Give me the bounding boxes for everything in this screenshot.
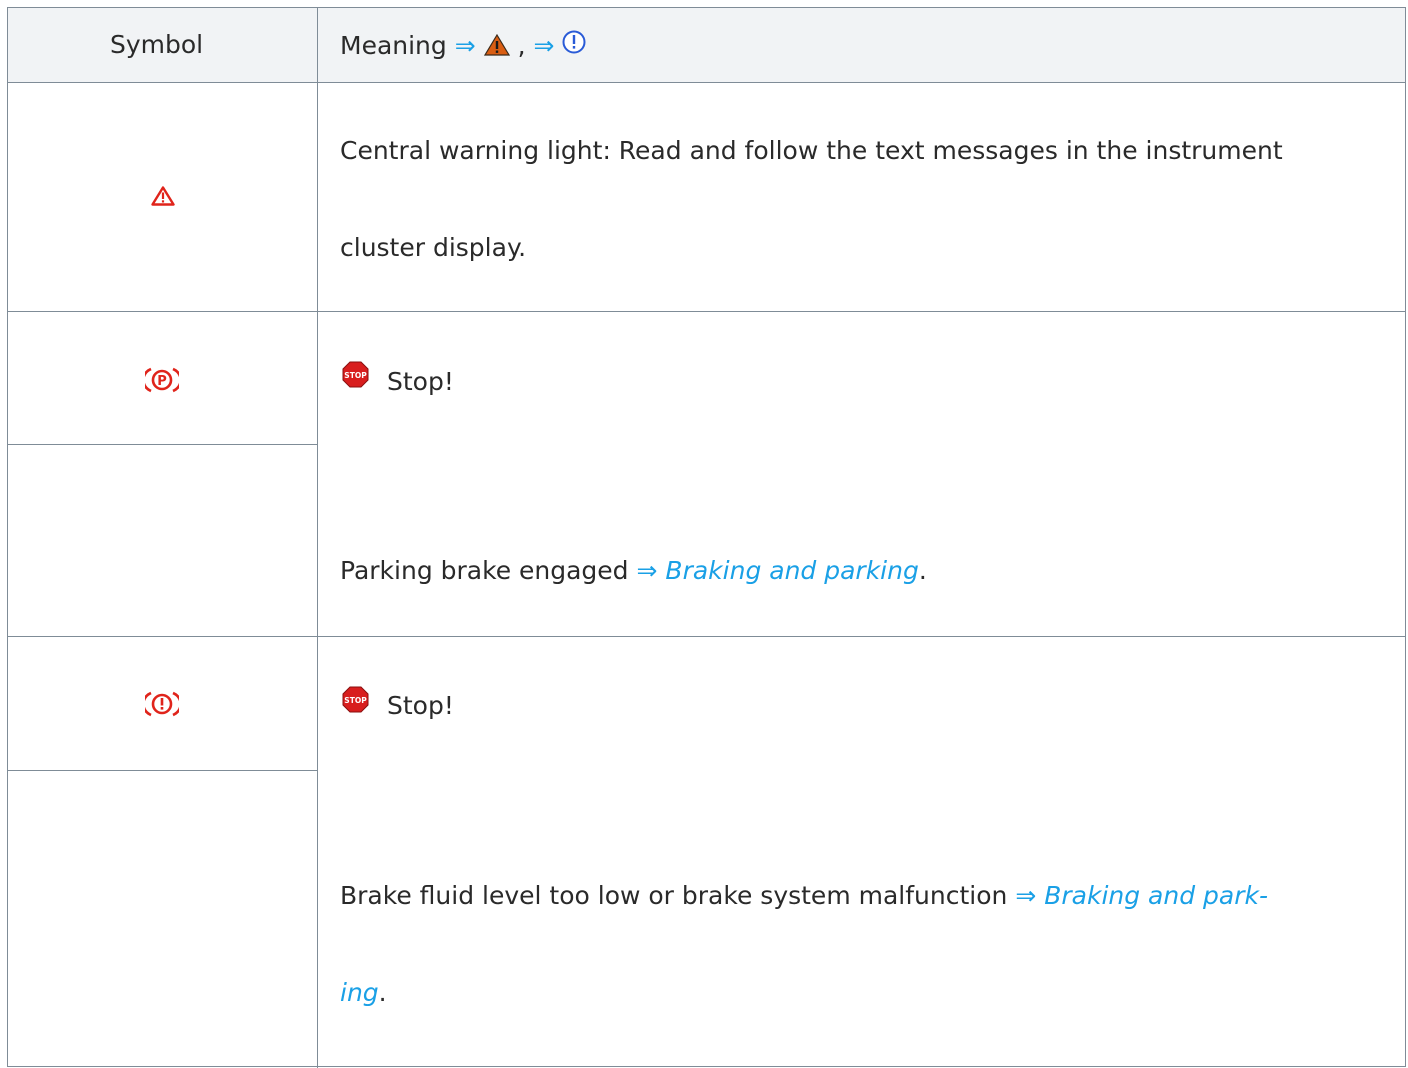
header-divider — [8, 82, 1405, 83]
braking-and-parking-link-2-continued[interactable]: ing — [340, 978, 379, 1007]
parking-brake-icon: P — [145, 367, 179, 393]
header-meaning: Meaning — [340, 31, 447, 60]
symbol-subdivider-1 — [8, 444, 318, 445]
warning-triangle-icon — [483, 33, 510, 56]
link-text-2a: Braking and park- — [1044, 881, 1268, 910]
link-text-1: Braking and parking — [665, 556, 919, 585]
svg-text:STOP: STOP — [344, 371, 367, 380]
column-divider — [317, 8, 318, 1068]
brake-system-description: Brake fluid level too low or brake syste… — [340, 881, 1008, 910]
period-2: . — [378, 978, 387, 1007]
stop-label-2: Stop! — [387, 691, 454, 720]
svg-text:P: P — [157, 374, 167, 389]
header-warning-link[interactable]: ⇒ — [455, 31, 518, 60]
stop-sign-icon: STOP — [342, 361, 369, 388]
header-meaning-line: Meaning ⇒ , ⇒ — [340, 30, 586, 61]
header-symbol: Symbol — [110, 30, 204, 59]
row-divider-1 — [8, 311, 1405, 312]
central-warning-text-line2: cluster display. — [340, 233, 527, 262]
central-warning-text-line1: Central warning light: Read and follow t… — [340, 136, 1283, 165]
stop-label-1: Stop! — [387, 367, 454, 396]
header-info-link[interactable]: ⇒ — [533, 30, 587, 60]
brake-system-text-line2: ing. — [340, 978, 387, 1008]
header-arrow-2: ⇒ — [533, 31, 555, 60]
info-circle-icon — [562, 30, 586, 54]
header-comma: , — [517, 31, 526, 60]
central-warning-triangle-icon — [151, 186, 175, 206]
header-arrow-1: ⇒ — [454, 31, 476, 60]
link-arrow-2: ⇒ — [1015, 881, 1037, 910]
braking-and-parking-link-2[interactable]: ⇒ Braking and park- — [1015, 881, 1268, 910]
symbol-subdivider-2 — [8, 770, 318, 771]
stop-sign-icon: STOP — [342, 686, 369, 713]
row-divider-2 — [8, 636, 1405, 637]
svg-text:STOP: STOP — [344, 696, 367, 705]
symbols-table: Symbol Meaning ⇒ , ⇒ Central warning lig… — [7, 7, 1406, 1068]
period-1: . — [918, 556, 927, 585]
brake-system-text-line1: Brake fluid level too low or brake syste… — [340, 881, 1268, 911]
table-header-row — [8, 8, 1405, 82]
parking-brake-text: Parking brake engaged ⇒ Braking and park… — [340, 556, 927, 586]
brake-system-warning-icon — [145, 691, 179, 717]
parking-brake-description: Parking brake engaged — [340, 556, 629, 585]
braking-and-parking-link-1[interactable]: ⇒ Braking and parking — [637, 556, 919, 585]
link-arrow-1: ⇒ — [636, 556, 658, 585]
